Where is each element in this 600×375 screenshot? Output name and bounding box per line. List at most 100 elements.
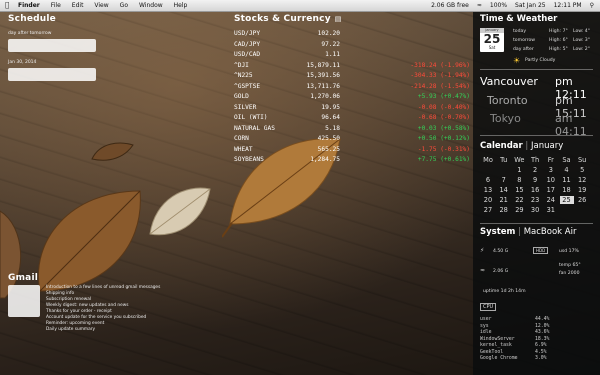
stock-symbol: CAD/JPY [234, 40, 261, 48]
stock-symbol: WHEAT [234, 145, 253, 153]
menu-window[interactable]: Window [139, 0, 163, 11]
calendar-day[interactable]: 29 [512, 206, 526, 214]
stock-symbol: SOYBEANS [234, 156, 264, 163]
calendar-day[interactable]: 3 [544, 166, 558, 174]
stock-price: 565.25 [317, 145, 340, 153]
calendar-day[interactable]: 10 [544, 176, 558, 184]
system-stat-3: temp 65° [559, 263, 581, 268]
system-stat-1: 2.06 G [493, 269, 509, 274]
date-tile-day: 25 [483, 32, 501, 46]
menu-view[interactable]: View [94, 0, 108, 11]
schedule-day-after-label: day after tomorrow [8, 31, 52, 36]
battery-status[interactable]: 100% [490, 0, 507, 11]
calendar-day[interactable]: 25 [559, 196, 574, 204]
calendar-day[interactable]: 1 [512, 166, 526, 174]
calendar-day[interactable]: 31 [544, 206, 558, 214]
calendar-day[interactable]: 6 [481, 176, 495, 184]
calendar-day[interactable]: 14 [497, 186, 511, 194]
stock-price: 102.20 [317, 30, 340, 37]
calendar-day[interactable]: 7 [497, 176, 511, 184]
calendar-weekday: Sa [562, 156, 571, 164]
calendar-weekday: Mo [483, 156, 493, 164]
menu-finder[interactable]: Finder [18, 0, 40, 11]
calendar-day[interactable]: 30 [528, 206, 542, 214]
calendar-day[interactable]: 23 [528, 196, 542, 204]
schedule-redacted-entry-2 [8, 68, 96, 81]
calendar-day[interactable]: 12 [575, 176, 589, 184]
stock-symbol: CORN [234, 135, 249, 142]
right-sidebar: Time & Weather January 25 Sat today High… [473, 11, 600, 375]
stocks-widget: Stocks & Currency ▤ USD/JPY 102.20 CAD/JPY 9… [234, 14, 470, 163]
calendar-day[interactable]: 2 [528, 166, 542, 174]
leaf-pale [149, 187, 211, 236]
clock-city-0: Vancouver [480, 75, 538, 88]
system-stat-0: 4.50 G [493, 249, 509, 254]
stock-change: +0.50 (+0.12%) [417, 135, 470, 142]
leaf-small [91, 142, 134, 161]
calendar-day[interactable]: 5 [575, 166, 589, 174]
calendar-day[interactable]: 8 [512, 176, 526, 184]
weather-condition: Partly Cloudy [525, 58, 556, 63]
stock-price: 1.11 [325, 51, 340, 58]
date-status[interactable]: Sat Jan 25 [515, 0, 546, 11]
calendar-weekday: Su [578, 156, 587, 164]
calendar-day[interactable]: 21 [497, 196, 511, 204]
stock-price: 1,284.75 [310, 156, 340, 163]
menu-edit[interactable]: Edit [72, 0, 84, 11]
calendar-day[interactable]: 22 [512, 196, 526, 204]
calendar-title: Calendar [480, 141, 523, 151]
calendar-day[interactable]: 19 [575, 186, 589, 194]
process-value: 6.9% [535, 343, 547, 348]
divider [480, 223, 593, 224]
calendar-day[interactable]: 15 [512, 186, 526, 194]
calendar-day[interactable]: 13 [481, 186, 495, 194]
calendar-day[interactable]: 4 [560, 166, 574, 174]
gmail-avatar [8, 285, 40, 317]
process-value: 44.4% [535, 317, 550, 322]
calendar-day[interactable]: 27 [481, 206, 495, 214]
menu-help[interactable]: Help [174, 0, 188, 11]
menu-file[interactable]: File [51, 0, 61, 11]
forecast-low-0: Low: 4° [573, 29, 591, 34]
schedule-title: Schedule [8, 14, 56, 24]
calendar-weekday: We [514, 156, 525, 164]
clock-city-2: Tokyo [490, 112, 521, 125]
stock-price: 425.50 [317, 135, 340, 142]
disk-free-status[interactable]: 2.06 GB free [431, 0, 469, 11]
stock-symbol: USD/JPY [234, 30, 261, 37]
divider [480, 69, 593, 70]
stock-change: +7.75 (+0.61%) [417, 156, 470, 163]
clock-status[interactable]: 12:11 PM [554, 0, 582, 11]
leaf-dark [38, 190, 141, 292]
stock-symbol: ^GSPTSE [234, 82, 261, 90]
calendar-day[interactable]: 16 [528, 186, 542, 194]
stock-price: 97.22 [321, 40, 340, 48]
menu-go[interactable]: Go [120, 0, 128, 11]
calendar-day[interactable]: 9 [528, 176, 542, 184]
calendar-day[interactable]: 18 [560, 186, 574, 194]
calendar-day[interactable]: 24 [544, 196, 558, 204]
menu-bar:  Finder File Edit View Go Window Help 2… [0, 0, 600, 12]
calendar-weekday: Tu [500, 156, 508, 164]
calendar-day[interactable]: 26 [575, 196, 589, 204]
spotlight-icon[interactable]: ⚲ [590, 0, 594, 11]
gmail-message-line[interactable]: Daily update summary [46, 327, 160, 333]
menu-status-area: 2.06 GB free ≈ 100% Sat Jan 25 12:11 PM … [431, 0, 594, 11]
stock-row: USD/CAD 1.11 [234, 51, 470, 61]
process-name: kernel_task [480, 343, 512, 348]
cpu-badge: CPU [480, 303, 497, 311]
calendar-day[interactable]: 20 [481, 196, 495, 204]
stock-row: ^DJI 15,879.11 -318.24 (-1.96%) [234, 62, 470, 72]
calendar-day[interactable]: 28 [497, 206, 511, 214]
divider [480, 135, 593, 136]
stock-change: +0.03 (+0.58%) [417, 124, 470, 132]
stock-change: -318.24 (-1.96%) [410, 61, 470, 69]
wifi-icon[interactable]: ≈ [477, 0, 482, 11]
calendar-day[interactable]: 11 [560, 176, 574, 184]
stock-row: OIL (WTI) 96.64 -0.68 (-0.70%) [234, 114, 470, 124]
apple-menu-icon[interactable]:  [5, 0, 9, 11]
menu-items: Finder File Edit View Go Window Help [18, 0, 187, 11]
weather-title: Time & Weather [480, 14, 558, 24]
calendar-day[interactable]: 17 [544, 186, 558, 194]
process-name: sys [480, 323, 489, 329]
